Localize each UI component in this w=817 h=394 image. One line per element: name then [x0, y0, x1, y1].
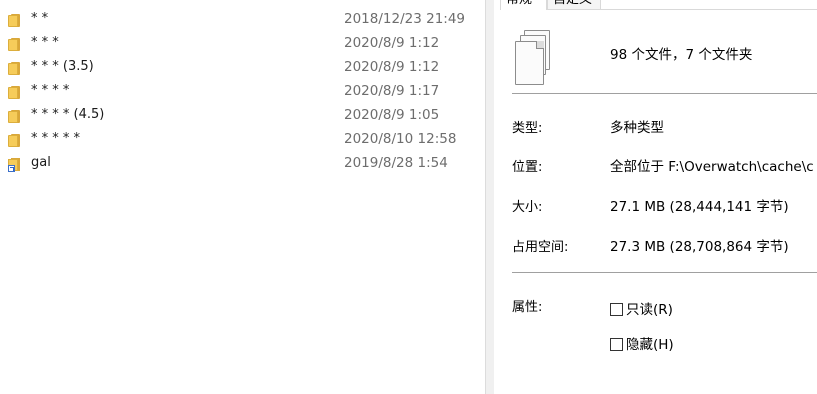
multiple-files-icon	[515, 30, 551, 86]
file-row[interactable]: * * * * 2020/8/9 1:17	[0, 80, 485, 104]
file-name: gal	[31, 155, 51, 170]
file-row[interactable]: * * * (3.5) 2020/8/9 1:12	[0, 56, 485, 80]
location-label: 位置:	[512, 160, 543, 175]
selection-summary: 98 个文件，7 个文件夹	[610, 47, 753, 63]
file-date: 2020/8/10 12:58	[344, 131, 457, 147]
tab-strip-border	[601, 9, 817, 10]
size-on-disk-label: 占用空间:	[512, 240, 569, 255]
folder-icon	[8, 110, 21, 123]
type-label: 类型:	[512, 121, 543, 136]
file-date: 2019/8/28 1:54	[344, 155, 448, 171]
file-date: 2020/8/9 1:12	[344, 35, 440, 51]
file-name: * * *	[31, 35, 59, 50]
file-date: 2020/8/9 1:12	[344, 59, 440, 75]
location-value: 全部位于 F:\Overwatch\cache\c	[610, 159, 814, 175]
file-name: * * * *	[31, 83, 70, 98]
size-value: 27.1 MB (28,444,141 字节)	[610, 199, 789, 215]
folder-icon	[8, 62, 21, 75]
separator	[512, 93, 817, 94]
tab-general[interactable]: 常规	[500, 0, 547, 10]
hidden-checkbox-row[interactable]: 隐藏(H)	[610, 333, 674, 353]
readonly-checkbox[interactable]	[610, 303, 623, 316]
folder-icon	[8, 86, 21, 99]
tab-custom[interactable]: 自定义	[547, 0, 601, 10]
properties-dialog: 常规 自定义 98 个文件，7 个文件夹 类型: 多种类型 位置: 全部位于 F…	[494, 0, 817, 394]
folder-icon	[8, 38, 21, 51]
attributes-label: 属性:	[512, 300, 543, 315]
file-name: * * * (3.5)	[31, 59, 94, 74]
file-list: * * 2018/12/23 21:49 * * * 2020/8/9 1:12…	[0, 0, 485, 394]
file-row[interactable]: * * * * (4.5) 2020/8/9 1:05	[0, 104, 485, 128]
file-row[interactable]: gal 2019/8/28 1:54	[0, 152, 485, 176]
folder-icon	[8, 134, 21, 147]
separator	[512, 272, 817, 273]
readonly-checkbox-row[interactable]: 只读(R)	[610, 298, 673, 318]
readonly-label: 只读(R)	[626, 302, 673, 318]
folder-icon	[8, 14, 21, 27]
size-label: 大小:	[512, 200, 543, 215]
pane-divider[interactable]	[485, 0, 495, 394]
shortcut-folder-icon	[8, 158, 21, 172]
file-name: * *	[31, 11, 49, 26]
file-name: * * * * (4.5)	[31, 107, 105, 122]
file-name: * * * * *	[31, 131, 81, 146]
file-row[interactable]: * * 2018/12/23 21:49	[0, 8, 485, 32]
file-row[interactable]: * * * 2020/8/9 1:12	[0, 32, 485, 56]
file-date: 2020/8/9 1:05	[344, 107, 440, 123]
file-date: 2020/8/9 1:17	[344, 83, 440, 99]
file-row[interactable]: * * * * * 2020/8/10 12:58	[0, 128, 485, 152]
size-on-disk-value: 27.3 MB (28,708,864 字节)	[610, 239, 789, 255]
file-date: 2018/12/23 21:49	[344, 11, 466, 27]
hidden-checkbox[interactable]	[610, 338, 623, 351]
hidden-label: 隐藏(H)	[626, 337, 674, 353]
type-value: 多种类型	[610, 120, 664, 136]
